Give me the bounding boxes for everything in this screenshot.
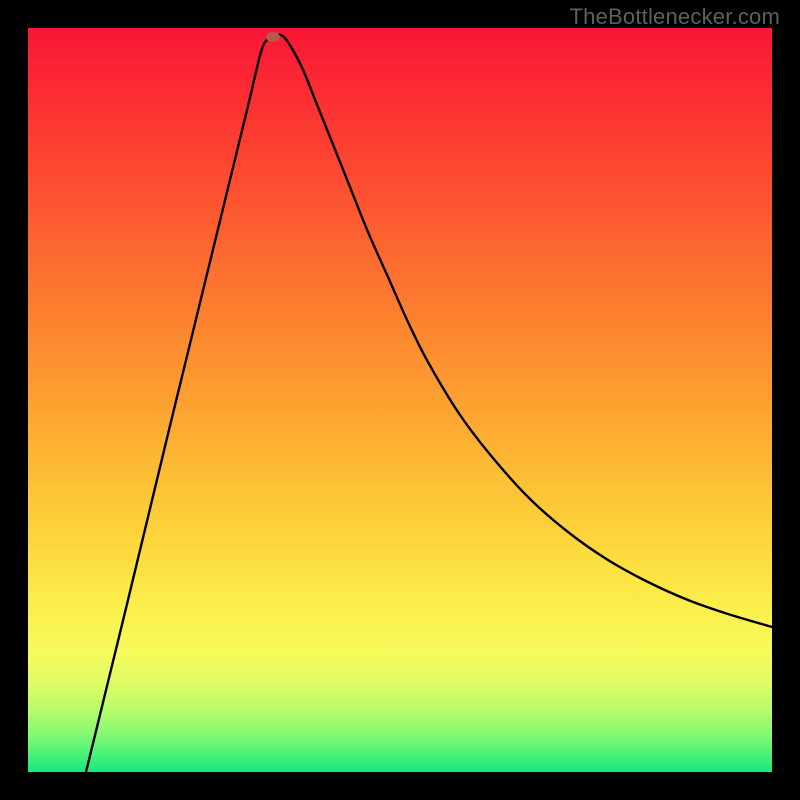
outer-frame: TheBottlenecker.com <box>0 0 800 800</box>
plot-background <box>28 28 772 772</box>
chart-canvas <box>28 28 772 772</box>
optimal-point-marker <box>266 32 280 42</box>
watermark-text: TheBottlenecker.com <box>570 4 780 30</box>
